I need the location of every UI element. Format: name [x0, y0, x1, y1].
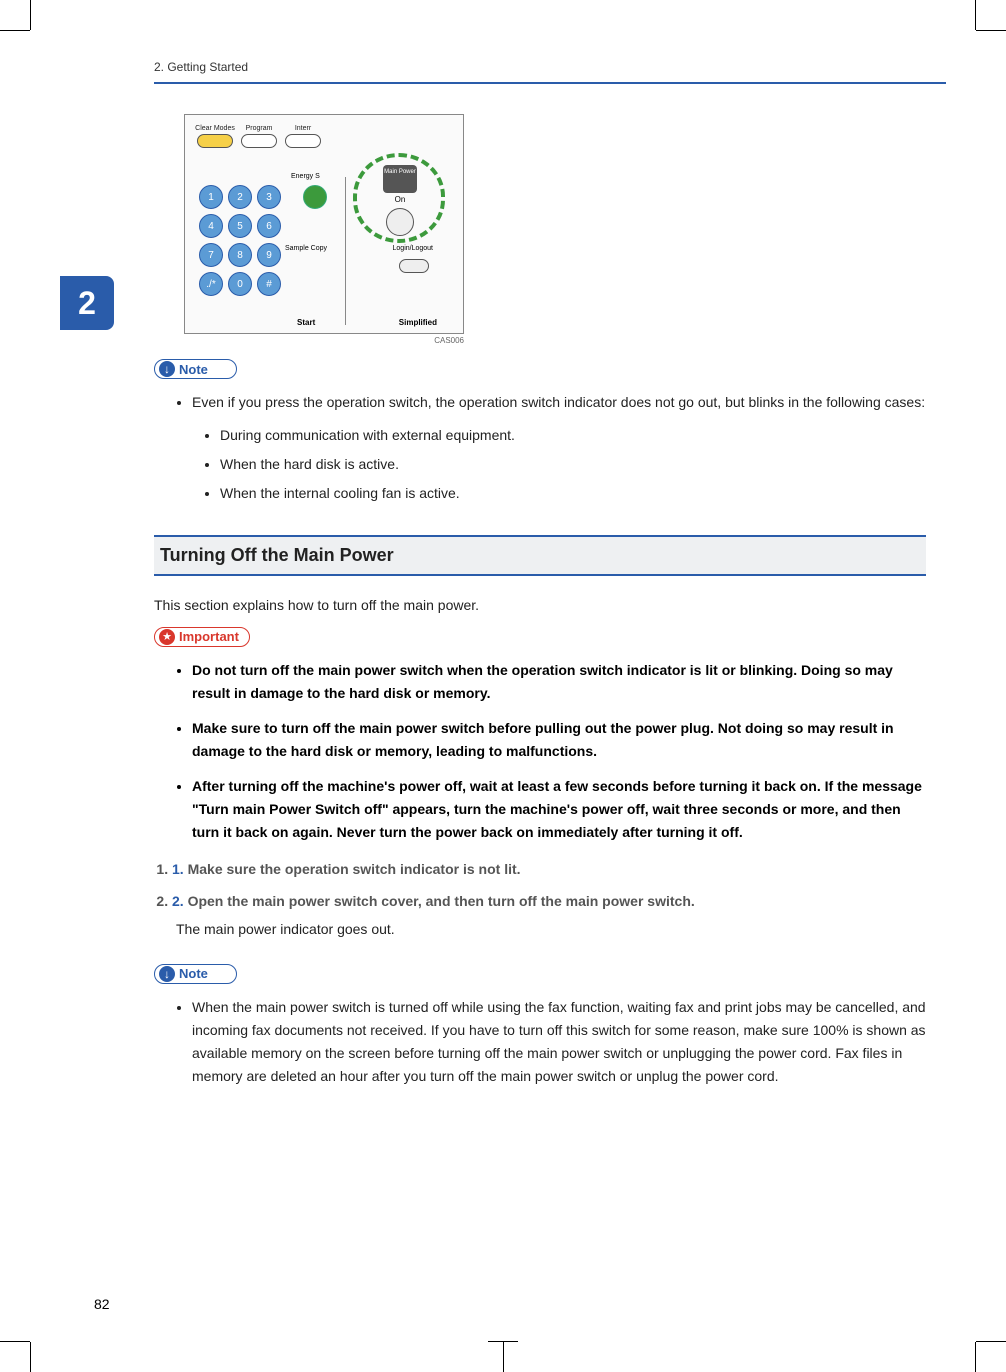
key-1: 1 — [199, 185, 223, 209]
section-intro: This section explains how to turn off th… — [154, 594, 926, 616]
down-arrow-icon: ↓ — [159, 361, 175, 377]
steps-list: 1. Make sure the operation switch indica… — [172, 858, 926, 941]
note-badge: ↓ Note — [154, 964, 237, 984]
step-subtext: The main power indicator goes out. — [176, 918, 926, 942]
figure-caption: CAS006 — [184, 336, 464, 345]
panel-divider — [345, 177, 346, 325]
program-button-icon — [241, 134, 277, 148]
crop-mark — [975, 0, 976, 30]
note1-subitem: When the hard disk is active. — [220, 453, 926, 476]
step-number: 1. — [172, 861, 184, 877]
energy-saver-label: Energy S — [291, 173, 320, 180]
step-2: 2. Open the main power switch cover, and… — [172, 890, 926, 942]
chapter-tab: 2 — [60, 276, 114, 330]
key-0: 0 — [228, 272, 252, 296]
important-label: Important — [179, 629, 239, 644]
section-heading: Turning Off the Main Power — [154, 535, 926, 576]
step-text: Make sure the operation switch indicator… — [188, 861, 521, 877]
star-icon: ★ — [159, 629, 175, 645]
interrupt-button-icon — [285, 134, 321, 148]
note2-item: When the main power switch is turned off… — [192, 996, 926, 1088]
crop-mark — [0, 30, 30, 31]
important-list: Do not turn off the main power switch wh… — [192, 659, 926, 845]
note1-subitem: When the internal cooling fan is active. — [220, 482, 926, 505]
sample-copy-label: Sample Copy — [285, 245, 327, 252]
crop-mark — [976, 30, 1006, 31]
note1-sublist: During communication with external equip… — [220, 424, 926, 505]
start-label: Start — [297, 318, 315, 327]
important-badge: ★ Important — [154, 627, 250, 647]
step-1: 1. Make sure the operation switch indica… — [172, 858, 926, 882]
clear-modes-button-icon — [197, 134, 233, 148]
simplified-label: Simplified — [399, 318, 437, 327]
crop-mark — [0, 1341, 30, 1342]
crop-mark — [975, 1342, 976, 1372]
key-7: 7 — [199, 243, 223, 267]
highlight-callout-icon — [353, 153, 445, 243]
control-panel-figure: Clear Modes Program Interr Energy S 1 2 … — [184, 114, 464, 334]
key-3: 3 — [257, 185, 281, 209]
program-label: Program — [239, 125, 279, 175]
note-label: Note — [179, 362, 208, 377]
running-header: 2. Getting Started — [154, 60, 946, 84]
key-hash: # — [257, 272, 281, 296]
main-power-area: Main Power On — [361, 159, 439, 240]
important-item: After turning off the machine's power of… — [192, 775, 926, 844]
key-star: ./* — [199, 272, 223, 296]
key-6: 6 — [257, 214, 281, 238]
important-item: Do not turn off the main power switch wh… — [192, 659, 926, 705]
clear-modes-label: Clear Modes — [195, 125, 235, 175]
login-logout-button-icon — [399, 259, 429, 273]
note-label: Note — [179, 966, 208, 981]
note1-subitem: During communication with external equip… — [220, 424, 926, 447]
step-number: 2. — [172, 893, 184, 909]
note2-list: When the main power switch is turned off… — [192, 996, 926, 1088]
key-9: 9 — [257, 243, 281, 267]
key-2: 2 — [228, 185, 252, 209]
note1-list: Even if you press the operation switch, … — [192, 391, 926, 505]
energy-saver-button-icon — [303, 185, 327, 209]
down-arrow-icon: ↓ — [159, 966, 175, 982]
step-text: Open the main power switch cover, and th… — [188, 893, 695, 909]
page-number: 82 — [94, 1296, 110, 1312]
crop-mark — [30, 0, 31, 30]
crop-mark — [30, 1342, 31, 1372]
note-badge: ↓ Note — [154, 359, 237, 379]
key-8: 8 — [228, 243, 252, 267]
note1-item: Even if you press the operation switch, … — [192, 391, 926, 505]
login-logout-label: Login/Logout — [393, 245, 433, 252]
interrupt-label: Interr — [283, 125, 323, 175]
crop-mark — [976, 1341, 1006, 1342]
important-item: Make sure to turn off the main power swi… — [192, 717, 926, 763]
key-5: 5 — [228, 214, 252, 238]
key-4: 4 — [199, 214, 223, 238]
crop-mark — [503, 1342, 504, 1372]
keypad: 1 2 3 4 5 6 7 8 9 ./* 0 # — [199, 185, 281, 296]
